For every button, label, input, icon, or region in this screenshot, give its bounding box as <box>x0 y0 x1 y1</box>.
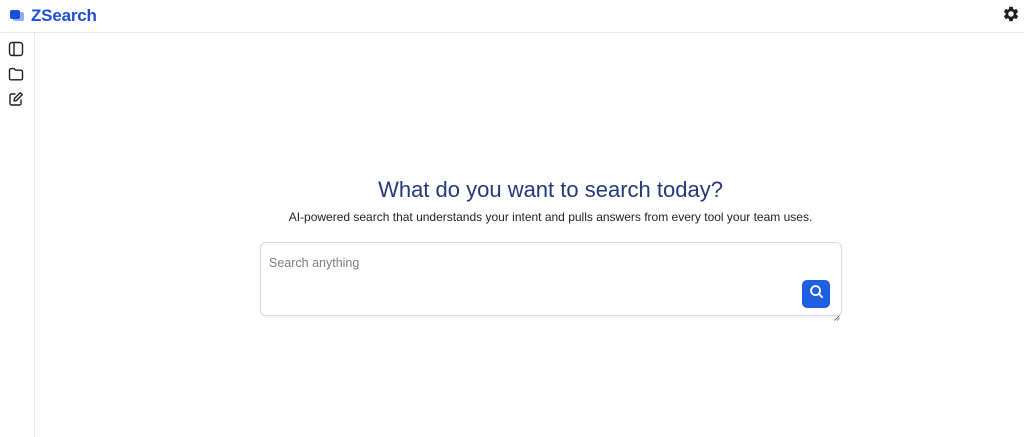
settings-button[interactable] <box>1001 6 1021 26</box>
brand[interactable]: ZSearch <box>9 6 97 26</box>
sidebar <box>0 33 35 437</box>
folder-icon <box>8 66 24 87</box>
app-name: ZSearch <box>31 6 97 25</box>
page-title: What do you want to search today? <box>378 177 723 202</box>
sidebar-toggle-button[interactable] <box>6 41 26 61</box>
search-button[interactable] <box>802 280 830 308</box>
resize-handle[interactable] <box>834 308 840 321</box>
edit-icon <box>8 91 24 112</box>
search-box <box>260 242 842 321</box>
folder-button[interactable] <box>6 66 26 86</box>
sidebar-toggle-icon <box>8 41 24 62</box>
gear-icon <box>1002 5 1020 28</box>
page-subtitle: AI-powered search that understands your … <box>288 210 813 224</box>
chat-bubbles-icon <box>9 9 25 23</box>
search-icon <box>809 284 824 304</box>
main-content: What do you want to search today? AI-pow… <box>35 33 1024 437</box>
search-input[interactable] <box>269 253 789 273</box>
top-bar: ZSearch <box>0 0 1024 33</box>
new-note-button[interactable] <box>6 91 26 111</box>
